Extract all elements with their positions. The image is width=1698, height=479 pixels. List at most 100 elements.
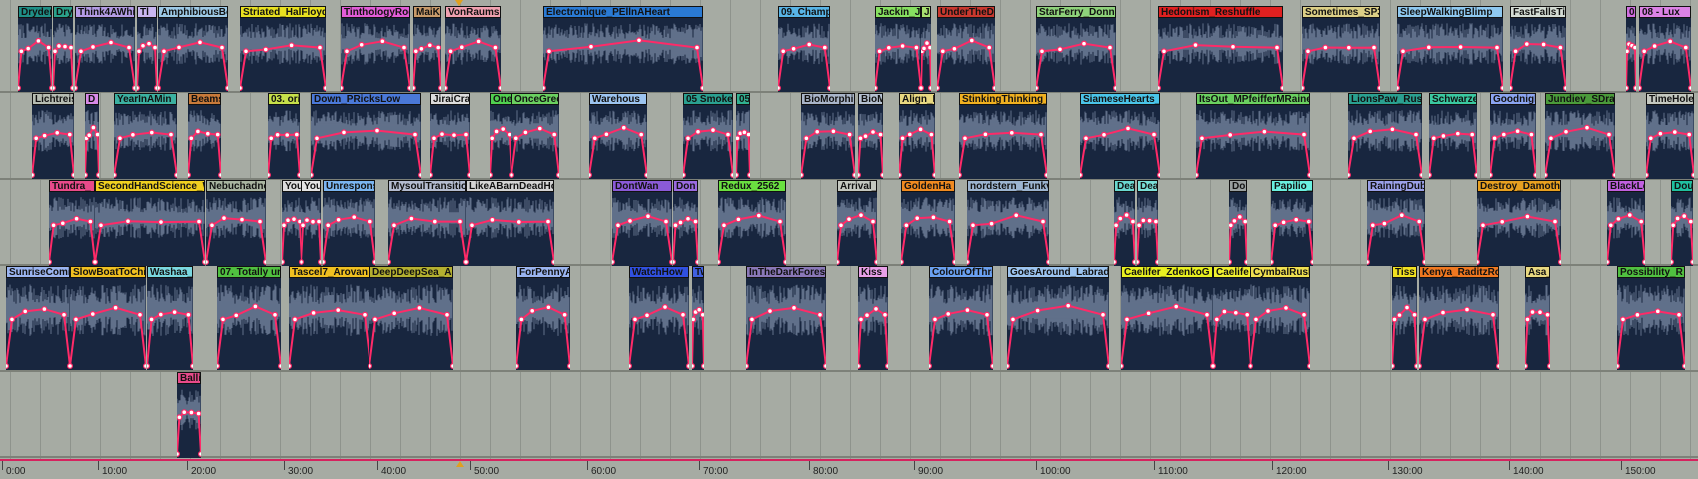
audio-clip[interactable]: GoesAround_Labrad (1007, 266, 1109, 370)
clip-title[interactable]: Caelifer_ZdenkoG (1121, 266, 1213, 278)
audio-clip[interactable]: ItsOut_MPfeifferMRainer (1196, 93, 1310, 179)
clip-title[interactable]: StarFerry_Donna (1036, 6, 1116, 18)
clip-title[interactable]: Schwarzeh (1429, 93, 1477, 105)
clip-title[interactable]: BioMorphi (801, 93, 855, 105)
audio-clip[interactable]: 09. Champ (778, 6, 830, 92)
audio-clip[interactable]: Striated_HalFloyd (240, 6, 326, 92)
audio-clip[interactable]: BioM (858, 93, 883, 179)
clip-title[interactable]: SleepWalkingBlimp (1397, 6, 1503, 18)
clip-title[interactable]: Do (1229, 180, 1247, 192)
audio-clip[interactable]: Nebuchadne (206, 180, 266, 266)
audio-clip[interactable]: Beams (188, 93, 221, 179)
audio-clip[interactable]: SiameseHearts_ (1080, 93, 1160, 179)
playhead-marker[interactable] (455, 0, 463, 6)
clip-title[interactable]: SecondHandScience_W (95, 180, 205, 192)
clip-title[interactable]: ForPennyA (516, 266, 570, 278)
clip-title[interactable]: MysoulTransitio (388, 180, 466, 192)
audio-clip[interactable]: nordstern_Funkv (967, 180, 1049, 266)
clip-title[interactable]: Nebuchadne (206, 180, 266, 192)
audio-clip[interactable]: 05 Smoke (683, 93, 733, 179)
clip-title[interactable]: Beams (188, 93, 221, 105)
audio-clip[interactable]: 08 - Lux (1639, 6, 1691, 92)
clip-title[interactable]: Dryden (18, 6, 52, 18)
clip-title[interactable]: Goodnigh (1490, 93, 1536, 105)
clip-title[interactable]: TimeHole (1646, 93, 1694, 105)
clip-title[interactable]: Tw (692, 266, 704, 278)
clip-title[interactable]: WatchHow (629, 266, 689, 278)
audio-clip[interactable]: Tascel7_Arovan (289, 266, 371, 370)
clip-title[interactable]: ItsOut_MPfeifferMRainer (1196, 93, 1310, 105)
clip-title[interactable]: Sometimes_SP3 (1302, 6, 1380, 18)
audio-clip[interactable]: SleepWalkingBlimp (1397, 6, 1503, 92)
audio-clip[interactable]: YearInAMin (114, 93, 177, 179)
clip-title[interactable]: OnceGree (511, 93, 559, 105)
audio-clip[interactable]: DeepDeepSea_As (369, 266, 453, 370)
clip-title[interactable]: Arrival_ (837, 180, 877, 192)
clip-title[interactable]: MaiKa (413, 6, 441, 18)
clip-title[interactable]: Kenya_RaditzRoo (1419, 266, 1499, 278)
audio-clip[interactable]: Destroy_Damoth3 (1477, 180, 1561, 266)
clip-title[interactable]: BioM (858, 93, 883, 105)
clip-title[interactable]: SiameseHearts_ (1080, 93, 1160, 105)
audio-clip[interactable]: D (85, 93, 99, 179)
clip-title[interactable]: Dryi (53, 6, 73, 18)
audio-clip[interactable]: GoldenHa (901, 180, 955, 266)
clip-title[interactable]: 08 - Lux (1639, 6, 1691, 18)
audio-clip[interactable]: You (301, 180, 321, 266)
audio-clip[interactable]: Jackin_J (875, 6, 921, 92)
audio-clip[interactable]: Dryden (18, 6, 52, 92)
audio-clip[interactable]: FastFallsTi (1510, 6, 1566, 92)
clip-title[interactable]: Don (673, 180, 698, 192)
audio-clip[interactable]: InTheDarkForest (746, 266, 826, 370)
audio-clip[interactable]: You (282, 180, 302, 266)
audio-clip[interactable]: Tw (692, 266, 704, 370)
audio-clip[interactable]: 08 (1626, 6, 1636, 92)
audio-clip[interactable]: Asa_ (1525, 266, 1550, 370)
clip-title[interactable]: TinthologyRoc (341, 6, 410, 18)
clip-title[interactable]: 05 Smoke (683, 93, 733, 105)
audio-clip[interactable]: Possibility_R (1617, 266, 1685, 370)
audio-clip[interactable]: Dou (1671, 180, 1693, 266)
audio-clip[interactable]: Lichtreis (32, 93, 74, 179)
audio-clip[interactable]: Papilio_ (1271, 180, 1313, 266)
clip-title[interactable]: DontWan (612, 180, 672, 192)
clip-title[interactable]: UnderTheD (937, 6, 995, 18)
audio-clip[interactable]: LikeABarnDeadHo (466, 180, 554, 266)
clip-title[interactable]: Hedonism_Reshuffle (1158, 6, 1283, 18)
clip-title[interactable]: Caelife (1213, 266, 1251, 278)
clip-title[interactable]: Striated_HalFloyd (240, 6, 326, 18)
audio-clip[interactable]: Sometimes_SP3 (1302, 6, 1380, 92)
audio-clip[interactable]: Dryi (53, 6, 73, 92)
clip-title[interactable]: FastFallsTi (1510, 6, 1566, 18)
audio-clip[interactable]: Tiss (1392, 266, 1417, 370)
audio-clip[interactable]: TimeHole (1646, 93, 1694, 179)
audio-clip[interactable]: MysoulTransitio (388, 180, 466, 266)
audio-clip[interactable]: Unresponsi (323, 180, 375, 266)
clip-title[interactable]: Tundra_ (49, 180, 95, 192)
clip-title[interactable]: Asa_ (1525, 266, 1550, 278)
audio-clip[interactable]: Dead (1137, 180, 1158, 266)
audio-clip[interactable]: Tundra_ (49, 180, 95, 266)
clip-title[interactable]: Jackin_J (875, 6, 921, 18)
audio-clip[interactable]: JiraiCra (430, 93, 470, 179)
clip-title[interactable]: AmphibiousBo (158, 6, 228, 18)
audio-clip[interactable]: Caelifer_ZdenkoG (1121, 266, 1213, 370)
clip-title[interactable]: 03. ori (268, 93, 300, 105)
audio-clip[interactable]: Align_Ri (899, 93, 935, 179)
clip-title[interactable]: BlackLe (1607, 180, 1645, 192)
clip-title[interactable]: SlowBoatToChi (70, 266, 146, 278)
audio-clip[interactable]: ColourOfThre (929, 266, 993, 370)
audio-clip[interactable]: BlackLe (1607, 180, 1645, 266)
audio-clip[interactable]: One (490, 93, 512, 179)
audio-clip[interactable]: WatchHow (629, 266, 689, 370)
audio-clip[interactable]: SlowBoatToChi (70, 266, 146, 370)
clip-title[interactable]: Down_PRicksLow (311, 93, 421, 105)
clip-title[interactable]: One (490, 93, 512, 105)
audio-clip[interactable]: DontWan (612, 180, 672, 266)
audio-clip[interactable]: RainingDub (1367, 180, 1425, 266)
clip-title[interactable]: Possibility_R (1617, 266, 1685, 278)
clip-title[interactable]: DeepDeepSea_As (369, 266, 453, 278)
clip-title[interactable]: Unresponsi (323, 180, 375, 192)
clip-title[interactable]: 07. Totally ur (217, 266, 281, 278)
audio-clip[interactable]: 07. Totally ur (217, 266, 281, 370)
